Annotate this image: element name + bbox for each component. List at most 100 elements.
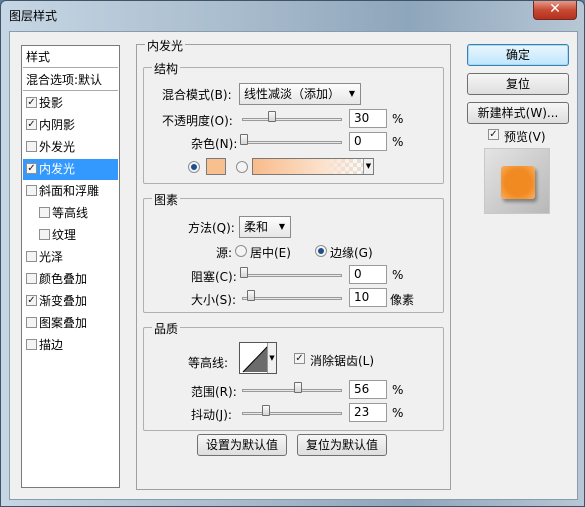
antialias-label[interactable]: 消除锯齿(L) xyxy=(310,352,374,369)
range-input[interactable]: 56 xyxy=(349,380,387,399)
close-button[interactable]: ✕ xyxy=(533,1,577,20)
preview-checkbox[interactable] xyxy=(488,129,499,140)
style-preview xyxy=(484,148,550,214)
ok-button[interactable]: 确定 xyxy=(467,44,569,66)
opacity-slider-thumb[interactable] xyxy=(268,111,276,122)
source-center-radio[interactable] xyxy=(235,245,247,257)
style-item-1-label: 投影 xyxy=(39,96,64,110)
style-item-12[interactable]: 描边 xyxy=(23,335,118,356)
opacity-input[interactable]: 30 xyxy=(349,109,387,128)
contour-picker[interactable]: ▼ xyxy=(239,342,277,374)
jitter-input[interactable]: 23 xyxy=(349,403,387,422)
choke-slider[interactable] xyxy=(242,274,342,277)
chevron-down-icon: ▼ xyxy=(348,89,355,98)
inner-glow-panel: 内发光 结构 混合模式(B): 线性减淡（添加） ▼ 不透明度(O): 30 %… xyxy=(136,37,451,490)
style-item-2-checkbox[interactable] xyxy=(26,119,37,130)
style-item-10[interactable]: 渐变叠加 xyxy=(23,291,118,312)
style-item-8-label: 光泽 xyxy=(39,250,64,264)
style-item-6[interactable]: 等高线 xyxy=(23,203,118,224)
style-item-3-label: 外发光 xyxy=(39,140,76,154)
style-item-10-label: 渐变叠加 xyxy=(39,294,88,308)
style-item-3-checkbox[interactable] xyxy=(26,141,37,152)
source-center-label[interactable]: 居中(E) xyxy=(250,244,291,261)
size-slider-thumb[interactable] xyxy=(247,290,255,301)
blend-mode-select[interactable]: 线性减淡（添加） ▼ xyxy=(239,83,361,105)
style-item-8[interactable]: 光泽 xyxy=(23,247,118,268)
layer-style-dialog: 图层样式 ✕ 样式 混合选项:默认 投影内阴影外发光内发光斜面和浮雕等高线纹理光… xyxy=(0,0,585,507)
choke-percent: % xyxy=(392,268,404,282)
preview-label[interactable]: 预览(V) xyxy=(504,128,546,145)
reset-default-button[interactable]: 复位为默认值 xyxy=(297,434,387,456)
size-label: 大小(S): xyxy=(191,293,237,307)
method-value: 柔和 xyxy=(244,220,269,234)
jitter-slider-thumb[interactable] xyxy=(262,405,270,416)
color-fill-radio[interactable] xyxy=(188,161,200,173)
style-item-6-checkbox[interactable] xyxy=(39,207,50,218)
window-title: 图层样式 xyxy=(9,9,58,23)
gradient-picker[interactable]: ▼ xyxy=(252,158,374,175)
source-edge-label[interactable]: 边缘(G) xyxy=(330,244,373,261)
choke-input[interactable]: 0 xyxy=(349,265,387,284)
jitter-slider[interactable] xyxy=(242,412,342,415)
structure-label: 结构 xyxy=(152,60,181,77)
range-percent: % xyxy=(392,383,404,397)
method-label: 方法(Q): xyxy=(188,221,235,235)
noise-percent: % xyxy=(392,135,404,149)
style-item-7[interactable]: 纹理 xyxy=(23,225,118,246)
jitter-percent: % xyxy=(392,406,404,420)
style-item-1[interactable]: 投影 xyxy=(23,93,118,114)
style-item-7-checkbox[interactable] xyxy=(39,229,50,240)
style-item-12-checkbox[interactable] xyxy=(26,339,37,350)
style-item-11[interactable]: 图案叠加 xyxy=(23,313,118,334)
gradient-fill-radio[interactable] xyxy=(236,161,248,173)
chevron-down-icon: ▼ xyxy=(278,222,285,231)
make-default-button[interactable]: 设置为默认值 xyxy=(197,434,287,456)
style-item-2[interactable]: 内阴影 xyxy=(23,115,118,136)
style-item-4[interactable]: 内发光 xyxy=(23,159,118,180)
noise-label: 杂色(N): xyxy=(191,137,238,151)
reset-button[interactable]: 复位 xyxy=(467,73,569,95)
elements-label: 图素 xyxy=(152,191,181,208)
size-slider[interactable] xyxy=(242,297,342,300)
style-item-7-label: 纹理 xyxy=(52,228,77,242)
choke-slider-thumb[interactable] xyxy=(240,267,248,278)
new-style-button[interactable]: 新建样式(W)... xyxy=(467,102,569,124)
chevron-down-icon[interactable]: ▼ xyxy=(363,159,373,174)
blend-mode-value: 线性减淡（添加） xyxy=(244,87,341,101)
range-label: 范围(R): xyxy=(191,385,237,399)
style-item-2-label: 内阴影 xyxy=(39,118,76,132)
panel-title: 内发光 xyxy=(145,37,186,54)
range-slider-thumb[interactable] xyxy=(294,382,302,393)
method-select[interactable]: 柔和 ▼ xyxy=(239,216,291,238)
opacity-label: 不透明度(O): xyxy=(162,114,233,128)
size-input[interactable]: 10 xyxy=(349,288,387,307)
styles-list-header[interactable]: 样式 xyxy=(23,47,118,68)
style-item-4-label: 内发光 xyxy=(39,162,76,176)
style-item-11-checkbox[interactable] xyxy=(26,317,37,328)
opacity-slider[interactable] xyxy=(242,118,342,121)
blend-options-default[interactable]: 混合选项:默认 xyxy=(23,70,118,91)
style-item-5-label: 斜面和浮雕 xyxy=(39,184,100,198)
style-item-5[interactable]: 斜面和浮雕 xyxy=(23,181,118,202)
size-unit: 像素 xyxy=(390,293,415,307)
noise-slider[interactable] xyxy=(242,141,342,144)
style-item-12-label: 描边 xyxy=(39,338,64,352)
style-item-1-checkbox[interactable] xyxy=(26,97,37,108)
style-item-8-checkbox[interactable] xyxy=(26,251,37,262)
structure-group: 结构 混合模式(B): 线性减淡（添加） ▼ 不透明度(O): 30 % 杂色(… xyxy=(143,60,444,184)
noise-slider-thumb[interactable] xyxy=(240,134,248,145)
source-label: 源: xyxy=(216,246,233,260)
style-item-3[interactable]: 外发光 xyxy=(23,137,118,158)
style-item-10-checkbox[interactable] xyxy=(26,295,37,306)
style-item-5-checkbox[interactable] xyxy=(26,185,37,196)
antialias-checkbox[interactable] xyxy=(294,353,305,364)
style-item-9-checkbox[interactable] xyxy=(26,273,37,284)
chevron-down-icon[interactable]: ▼ xyxy=(267,343,276,373)
style-item-9[interactable]: 颜色叠加 xyxy=(23,269,118,290)
source-edge-radio[interactable] xyxy=(315,245,327,257)
glow-color-swatch[interactable] xyxy=(206,158,226,175)
style-item-4-checkbox[interactable] xyxy=(26,163,37,174)
jitter-label: 抖动(J): xyxy=(191,408,232,422)
range-slider[interactable] xyxy=(242,389,342,392)
noise-input[interactable]: 0 xyxy=(349,132,387,151)
